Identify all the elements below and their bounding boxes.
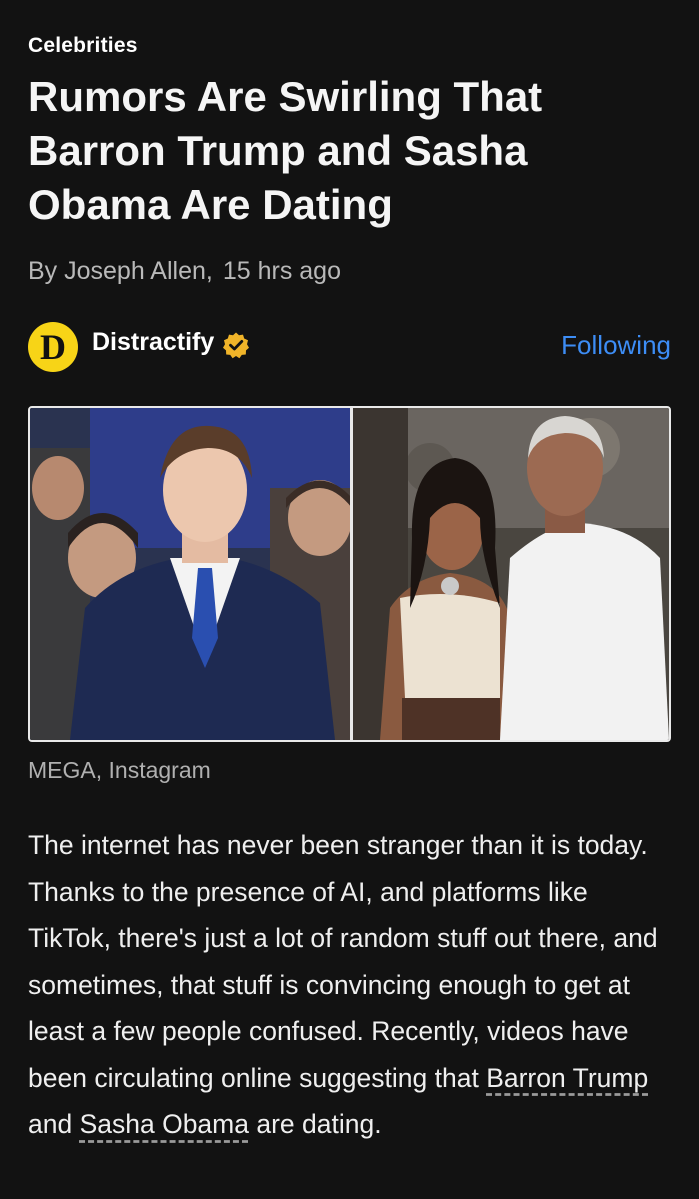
byline-time: 15 hrs ago (222, 257, 341, 285)
right-subject-man-shirt (500, 523, 669, 740)
article-body-text: The internet has never been stranger tha… (28, 830, 658, 1093)
headline: Rumors Are Swirling That Barron Trump an… (28, 73, 543, 228)
image-divider (350, 408, 353, 740)
article-page: Celebrities Rumors Are Swirling That Bar… (0, 0, 699, 1199)
link-barron-trump[interactable]: Barron Trump (486, 1063, 648, 1093)
following-button[interactable]: Following (561, 330, 671, 361)
link-sasha-obama[interactable]: Sasha Obama (80, 1109, 249, 1139)
publisher-name[interactable]: Distractify (92, 328, 214, 357)
byline-author[interactable]: By Joseph Allen, (28, 257, 213, 285)
verified-badge-icon (223, 332, 249, 359)
publisher-logo[interactable]: D (28, 322, 78, 372)
image-caption: MEGA, Instagram (28, 757, 211, 783)
article-body-text: are dating. (248, 1109, 382, 1139)
bg-person-head (32, 456, 84, 520)
category-label[interactable]: Celebrities (28, 34, 138, 58)
article-body-text: and (28, 1109, 80, 1139)
hero-image[interactable] (28, 406, 671, 742)
publisher-row: D Distractify Following (28, 322, 671, 372)
hero-image-graphic (30, 408, 669, 740)
right-subject-woman-top (400, 594, 500, 698)
byline: By Joseph Allen, 15 hrs ago (28, 257, 341, 286)
article-body: The internet has never been stranger tha… (28, 822, 676, 1148)
